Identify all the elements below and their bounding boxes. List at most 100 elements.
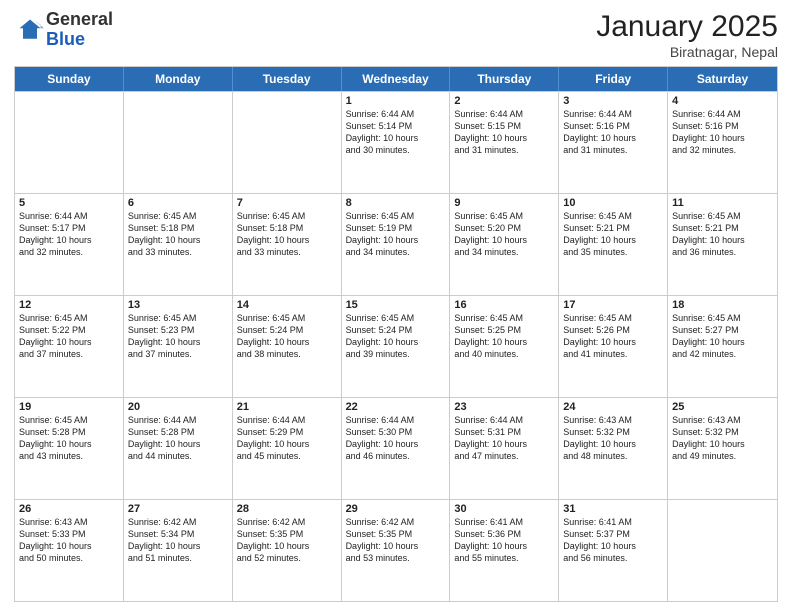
month-year: January 2025 — [596, 10, 778, 44]
calendar-header-cell: Saturday — [668, 67, 777, 91]
day-info: Sunrise: 6:42 AM Sunset: 5:34 PM Dayligh… — [128, 516, 228, 565]
day-number: 10 — [563, 197, 663, 209]
day-number: 5 — [19, 197, 119, 209]
day-number: 4 — [672, 95, 773, 107]
calendar-cell: 17Sunrise: 6:45 AM Sunset: 5:26 PM Dayli… — [559, 296, 668, 397]
calendar-cell: 26Sunrise: 6:43 AM Sunset: 5:33 PM Dayli… — [15, 500, 124, 601]
day-number: 23 — [454, 401, 554, 413]
calendar-cell: 29Sunrise: 6:42 AM Sunset: 5:35 PM Dayli… — [342, 500, 451, 601]
day-number: 28 — [237, 503, 337, 515]
day-info: Sunrise: 6:43 AM Sunset: 5:33 PM Dayligh… — [19, 516, 119, 565]
day-info: Sunrise: 6:45 AM Sunset: 5:19 PM Dayligh… — [346, 210, 446, 259]
day-number: 7 — [237, 197, 337, 209]
day-info: Sunrise: 6:45 AM Sunset: 5:21 PM Dayligh… — [672, 210, 773, 259]
logo: General Blue — [14, 10, 113, 50]
day-number: 11 — [672, 197, 773, 209]
day-number: 21 — [237, 401, 337, 413]
header: General Blue January 2025 Biratnagar, Ne… — [14, 10, 778, 60]
day-number: 19 — [19, 401, 119, 413]
calendar-header-cell: Friday — [559, 67, 668, 91]
calendar-cell: 9Sunrise: 6:45 AM Sunset: 5:20 PM Daylig… — [450, 194, 559, 295]
day-info: Sunrise: 6:44 AM Sunset: 5:30 PM Dayligh… — [346, 414, 446, 463]
day-number: 22 — [346, 401, 446, 413]
calendar-cell: 21Sunrise: 6:44 AM Sunset: 5:29 PM Dayli… — [233, 398, 342, 499]
day-info: Sunrise: 6:45 AM Sunset: 5:18 PM Dayligh… — [128, 210, 228, 259]
calendar-header-cell: Wednesday — [342, 67, 451, 91]
calendar-header-cell: Sunday — [15, 67, 124, 91]
calendar-body: 1Sunrise: 6:44 AM Sunset: 5:14 PM Daylig… — [15, 91, 777, 601]
page: General Blue January 2025 Biratnagar, Ne… — [0, 0, 792, 612]
calendar-header-cell: Thursday — [450, 67, 559, 91]
calendar-cell — [15, 92, 124, 193]
day-number: 20 — [128, 401, 228, 413]
day-info: Sunrise: 6:45 AM Sunset: 5:23 PM Dayligh… — [128, 312, 228, 361]
day-number: 16 — [454, 299, 554, 311]
day-number: 26 — [19, 503, 119, 515]
day-info: Sunrise: 6:45 AM Sunset: 5:24 PM Dayligh… — [346, 312, 446, 361]
calendar-cell: 12Sunrise: 6:45 AM Sunset: 5:22 PM Dayli… — [15, 296, 124, 397]
title-block: January 2025 Biratnagar, Nepal — [596, 10, 778, 60]
day-number: 30 — [454, 503, 554, 515]
day-info: Sunrise: 6:44 AM Sunset: 5:29 PM Dayligh… — [237, 414, 337, 463]
day-info: Sunrise: 6:45 AM Sunset: 5:20 PM Dayligh… — [454, 210, 554, 259]
calendar-cell: 1Sunrise: 6:44 AM Sunset: 5:14 PM Daylig… — [342, 92, 451, 193]
day-info: Sunrise: 6:45 AM Sunset: 5:28 PM Dayligh… — [19, 414, 119, 463]
calendar-cell: 20Sunrise: 6:44 AM Sunset: 5:28 PM Dayli… — [124, 398, 233, 499]
day-info: Sunrise: 6:44 AM Sunset: 5:15 PM Dayligh… — [454, 108, 554, 157]
calendar-row: 19Sunrise: 6:45 AM Sunset: 5:28 PM Dayli… — [15, 397, 777, 499]
day-info: Sunrise: 6:45 AM Sunset: 5:22 PM Dayligh… — [19, 312, 119, 361]
day-number: 27 — [128, 503, 228, 515]
calendar-cell: 3Sunrise: 6:44 AM Sunset: 5:16 PM Daylig… — [559, 92, 668, 193]
calendar-header-cell: Monday — [124, 67, 233, 91]
calendar-cell — [668, 500, 777, 601]
day-info: Sunrise: 6:44 AM Sunset: 5:17 PM Dayligh… — [19, 210, 119, 259]
calendar-cell: 6Sunrise: 6:45 AM Sunset: 5:18 PM Daylig… — [124, 194, 233, 295]
day-info: Sunrise: 6:42 AM Sunset: 5:35 PM Dayligh… — [346, 516, 446, 565]
day-info: Sunrise: 6:43 AM Sunset: 5:32 PM Dayligh… — [672, 414, 773, 463]
location: Biratnagar, Nepal — [596, 44, 778, 60]
day-number: 17 — [563, 299, 663, 311]
calendar-cell: 24Sunrise: 6:43 AM Sunset: 5:32 PM Dayli… — [559, 398, 668, 499]
day-number: 6 — [128, 197, 228, 209]
day-info: Sunrise: 6:41 AM Sunset: 5:36 PM Dayligh… — [454, 516, 554, 565]
calendar-cell: 4Sunrise: 6:44 AM Sunset: 5:16 PM Daylig… — [668, 92, 777, 193]
day-info: Sunrise: 6:44 AM Sunset: 5:31 PM Dayligh… — [454, 414, 554, 463]
calendar-cell: 19Sunrise: 6:45 AM Sunset: 5:28 PM Dayli… — [15, 398, 124, 499]
calendar-cell: 7Sunrise: 6:45 AM Sunset: 5:18 PM Daylig… — [233, 194, 342, 295]
day-info: Sunrise: 6:44 AM Sunset: 5:14 PM Dayligh… — [346, 108, 446, 157]
calendar-cell: 25Sunrise: 6:43 AM Sunset: 5:32 PM Dayli… — [668, 398, 777, 499]
day-number: 31 — [563, 503, 663, 515]
calendar-header-cell: Tuesday — [233, 67, 342, 91]
day-info: Sunrise: 6:45 AM Sunset: 5:18 PM Dayligh… — [237, 210, 337, 259]
calendar: SundayMondayTuesdayWednesdayThursdayFrid… — [14, 66, 778, 602]
day-info: Sunrise: 6:45 AM Sunset: 5:25 PM Dayligh… — [454, 312, 554, 361]
calendar-cell: 27Sunrise: 6:42 AM Sunset: 5:34 PM Dayli… — [124, 500, 233, 601]
calendar-cell: 5Sunrise: 6:44 AM Sunset: 5:17 PM Daylig… — [15, 194, 124, 295]
calendar-row: 12Sunrise: 6:45 AM Sunset: 5:22 PM Dayli… — [15, 295, 777, 397]
day-number: 14 — [237, 299, 337, 311]
calendar-cell — [124, 92, 233, 193]
day-info: Sunrise: 6:44 AM Sunset: 5:16 PM Dayligh… — [563, 108, 663, 157]
day-number: 12 — [19, 299, 119, 311]
day-number: 8 — [346, 197, 446, 209]
day-info: Sunrise: 6:45 AM Sunset: 5:26 PM Dayligh… — [563, 312, 663, 361]
day-info: Sunrise: 6:45 AM Sunset: 5:21 PM Dayligh… — [563, 210, 663, 259]
calendar-cell: 2Sunrise: 6:44 AM Sunset: 5:15 PM Daylig… — [450, 92, 559, 193]
calendar-cell: 13Sunrise: 6:45 AM Sunset: 5:23 PM Dayli… — [124, 296, 233, 397]
day-number: 18 — [672, 299, 773, 311]
day-number: 3 — [563, 95, 663, 107]
calendar-cell: 22Sunrise: 6:44 AM Sunset: 5:30 PM Dayli… — [342, 398, 451, 499]
logo-icon — [16, 16, 44, 44]
calendar-cell: 18Sunrise: 6:45 AM Sunset: 5:27 PM Dayli… — [668, 296, 777, 397]
calendar-cell: 28Sunrise: 6:42 AM Sunset: 5:35 PM Dayli… — [233, 500, 342, 601]
day-info: Sunrise: 6:41 AM Sunset: 5:37 PM Dayligh… — [563, 516, 663, 565]
calendar-header-row: SundayMondayTuesdayWednesdayThursdayFrid… — [15, 67, 777, 91]
calendar-cell: 14Sunrise: 6:45 AM Sunset: 5:24 PM Dayli… — [233, 296, 342, 397]
day-number: 1 — [346, 95, 446, 107]
calendar-cell: 8Sunrise: 6:45 AM Sunset: 5:19 PM Daylig… — [342, 194, 451, 295]
calendar-row: 26Sunrise: 6:43 AM Sunset: 5:33 PM Dayli… — [15, 499, 777, 601]
calendar-cell: 31Sunrise: 6:41 AM Sunset: 5:37 PM Dayli… — [559, 500, 668, 601]
calendar-cell: 10Sunrise: 6:45 AM Sunset: 5:21 PM Dayli… — [559, 194, 668, 295]
day-number: 9 — [454, 197, 554, 209]
day-info: Sunrise: 6:43 AM Sunset: 5:32 PM Dayligh… — [563, 414, 663, 463]
